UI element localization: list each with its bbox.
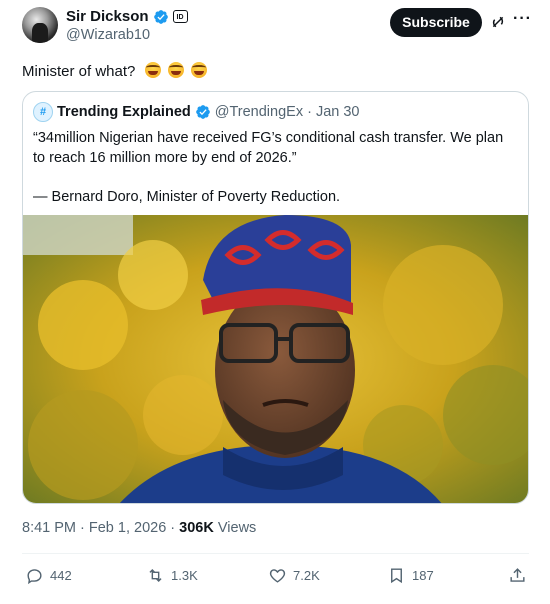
subscribe-button[interactable]: Subscribe: [390, 8, 482, 37]
more-options-icon[interactable]: ···: [513, 10, 532, 28]
reply-button[interactable]: 442: [25, 566, 72, 585]
repost-count: 1.3K: [171, 568, 198, 583]
verified-badge-icon: [153, 9, 168, 24]
repost-icon: [149, 568, 162, 583]
bookmark-count: 187: [412, 568, 434, 583]
tweet-text-container: Minister of what?: [22, 62, 207, 80]
like-button[interactable]: 7.2K: [268, 566, 320, 585]
laughing-emoji-icon: [144, 62, 161, 78]
tweet-text: Minister of what?: [22, 63, 136, 80]
views-count: 306K: [179, 520, 214, 536]
tweet-meta: 8:41 PM · Feb 1, 2026 · 306K Views: [22, 520, 256, 536]
verified-badge-icon: [195, 105, 210, 119]
views-label: Views: [217, 520, 257, 536]
quoted-tweet-header: # Trending Explained @TrendingEx · Jan 3…: [33, 102, 360, 122]
quoted-author-avatar: #: [33, 102, 53, 122]
laughing-emoji-icon: [190, 62, 207, 78]
reply-count: 442: [50, 568, 72, 583]
author-name-row: Sir Dickson ID: [66, 8, 188, 25]
bookmark-icon: [391, 568, 402, 584]
author-avatar[interactable]: [22, 7, 58, 43]
heart-icon: [269, 569, 286, 583]
quoted-author-handle: @TrendingEx: [214, 104, 304, 120]
quoted-tweet-attribution: — Bernard Doro, Minister of Poverty Redu…: [33, 189, 341, 205]
share-icon: [510, 568, 525, 582]
quoted-tweet[interactable]: # Trending Explained @TrendingEx · Jan 3…: [22, 91, 529, 504]
portrait-photo: [23, 215, 528, 503]
share-button[interactable]: [508, 566, 527, 585]
grok-icon[interactable]: [490, 14, 506, 30]
divider: [22, 553, 529, 554]
reply-icon: [27, 569, 42, 585]
author-handle[interactable]: @Wizarab10: [66, 27, 150, 43]
quoted-author-name: Trending Explained: [57, 104, 191, 120]
action-bar: 442 1.3K 7.2K 187: [22, 566, 529, 586]
quoted-tweet-quote: “34million Nigerian have received FG’s c…: [33, 130, 504, 166]
tweet-timestamp[interactable]: 8:41 PM · Feb 1, 2026 ·: [22, 520, 175, 536]
emoji-group: [142, 62, 207, 80]
quoted-tweet-date: · Jan 30: [307, 104, 360, 120]
laughing-emoji-icon: [167, 62, 184, 78]
quoted-tweet-text: “34million Nigerian have received FG’s c…: [33, 128, 518, 207]
id-badge-icon: ID: [172, 10, 188, 23]
tweet: Sir Dickson ID @Wizarab10 Subscribe ··· …: [0, 0, 550, 604]
quoted-tweet-photo[interactable]: [23, 215, 528, 503]
author-name[interactable]: Sir Dickson: [66, 8, 149, 25]
bookmark-button[interactable]: 187: [387, 566, 434, 585]
like-count: 7.2K: [293, 568, 320, 583]
repost-button[interactable]: 1.3K: [146, 566, 198, 585]
